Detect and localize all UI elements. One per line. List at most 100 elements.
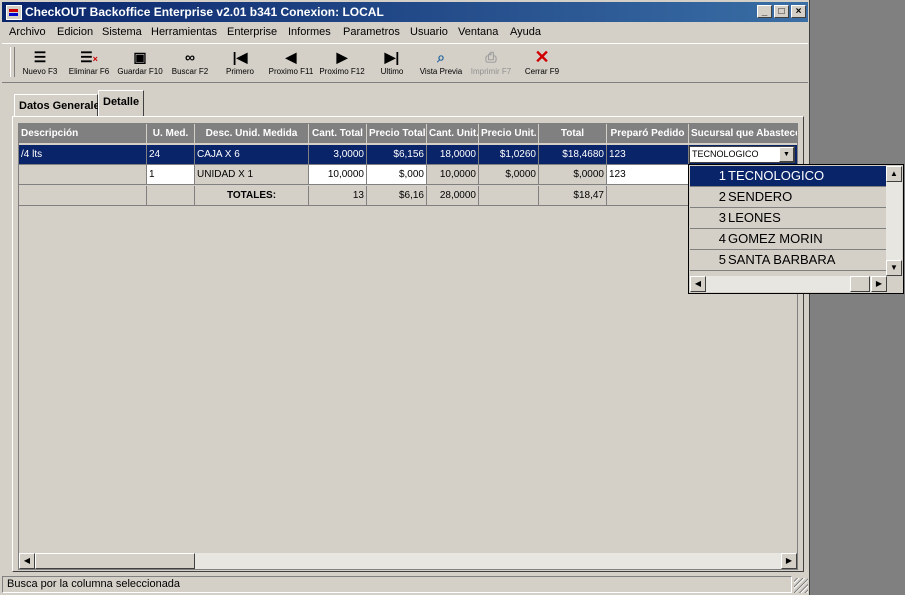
status-text: Busca por la columna seleccionada (7, 578, 181, 590)
delete-icon: ☰× (80, 49, 98, 65)
list-item[interactable]: 1 TECNOLOGICO (690, 166, 887, 187)
cell-cant-total[interactable]: 3,0000 (309, 145, 367, 165)
sucursal-dropdown-list[interactable]: 1 TECNOLOGICO 2 SENDERO 3 LEONES 4 GOMEZ… (688, 164, 904, 294)
col-cant-total[interactable]: Cant. Total (309, 124, 367, 144)
title-bar[interactable]: CheckOUT Backoffice Enterprise v2.01 b34… (2, 2, 808, 22)
cell-preparo[interactable]: 123 (607, 145, 689, 165)
scroll-left-icon[interactable]: ◀ (690, 276, 706, 292)
cell-total[interactable]: $18,4680 (539, 145, 607, 165)
proximo-anterior-button[interactable]: ◀ Proximo F11 (266, 47, 316, 81)
eliminar-button[interactable]: ☰× Eliminar F6 (66, 47, 112, 81)
guardar-button[interactable]: ▣ Guardar F10 (116, 47, 164, 81)
scroll-right-icon[interactable]: ▶ (871, 276, 887, 292)
menu-parametros[interactable]: Parametros (343, 26, 400, 38)
sucursal-combo-value: TECNOLOGICO (692, 149, 759, 159)
total-cell (479, 186, 539, 206)
proximo-siguiente-button[interactable]: ▶ Proximo F12 (316, 47, 368, 81)
list-item[interactable]: 5 SANTA BARBARA (690, 250, 887, 271)
new-document-icon: ☰ (33, 49, 47, 65)
dropdown-vertical-scrollbar[interactable]: ▲ ▼ (886, 166, 902, 276)
total-cell (607, 186, 689, 206)
grid-horizontal-scrollbar[interactable]: ◀ ▶ (19, 553, 797, 569)
list-item[interactable]: 4 GOMEZ MORIN (690, 229, 887, 250)
scroll-up-icon[interactable]: ▲ (886, 166, 902, 182)
list-item[interactable]: 3 LEONES (690, 208, 887, 229)
cell-descripcion[interactable] (19, 165, 147, 185)
grid-header-row: Descripción U. Med. Desc. Unid. Medida C… (19, 124, 797, 144)
scroll-thumb[interactable] (35, 553, 195, 569)
close-x-icon: ✕ (534, 47, 550, 67)
cell-preparo[interactable]: 123 (607, 165, 689, 185)
col-cant-unit[interactable]: Cant. Unit. (427, 124, 479, 144)
cell-cant-unit[interactable]: 10,0000 (427, 165, 479, 185)
save-disk-icon: ▣ (133, 49, 147, 65)
menu-sistema[interactable]: Sistema (102, 26, 142, 38)
maximize-button[interactable]: □ (774, 5, 789, 18)
menu-bar: Archivo Edicion Sistema Herramientas Ent… (2, 24, 808, 42)
cell-precio-unit[interactable]: $1,0260 (479, 145, 539, 165)
cell-precio-unit[interactable]: $,0000 (479, 165, 539, 185)
scroll-thumb[interactable] (850, 276, 870, 292)
scroll-down-icon[interactable]: ▼ (886, 260, 902, 276)
menu-ventana[interactable]: Ventana (458, 26, 498, 38)
buscar-button[interactable]: ∞ Buscar F2 (168, 47, 212, 81)
total-cell (147, 186, 195, 206)
cell-total[interactable]: $,0000 (539, 165, 607, 185)
dropdown-horizontal-scrollbar[interactable]: ◀ ▶ (690, 276, 887, 292)
tab-detalle[interactable]: Detalle (98, 90, 144, 116)
col-sucursal[interactable]: Sucursal que Abastece (689, 124, 797, 144)
col-descripcion[interactable]: Descripción (19, 124, 147, 144)
nuevo-button[interactable]: ☰ Nuevo F3 (20, 47, 60, 81)
tab-datos-generales[interactable]: Datos Generales (14, 94, 106, 116)
main-window: CheckOUT Backoffice Enterprise v2.01 b34… (0, 0, 810, 595)
scroll-left-icon[interactable]: ◀ (19, 553, 35, 569)
col-total[interactable]: Total (539, 124, 607, 144)
totals-row: TOTALES: 13 $6,16 28,0000 $18,47 (19, 186, 797, 206)
col-preparo-pedido[interactable]: Preparó Pedido (607, 124, 689, 144)
menu-edicion[interactable]: Edicion (57, 26, 93, 38)
cell-precio-total[interactable]: $6,156 (367, 145, 427, 165)
menu-archivo[interactable]: Archivo (9, 26, 46, 38)
menu-usuario[interactable]: Usuario (410, 26, 448, 38)
col-precio-total[interactable]: Precio Total (367, 124, 427, 144)
print-preview-icon: ⌕ (437, 49, 445, 65)
imprimir-button[interactable]: ⎙ Imprimir F7 (468, 47, 514, 81)
cerrar-button[interactable]: ✕ Cerrar F9 (520, 47, 564, 81)
sucursal-combo[interactable]: TECNOLOGICO ▼ (689, 146, 795, 163)
status-bar: Busca por la columna seleccionada (2, 576, 792, 593)
cell-descripcion[interactable]: /4 lts (19, 145, 147, 165)
total-cant-unit: 28,0000 (427, 186, 479, 206)
total-precio-total: $6,16 (367, 186, 427, 206)
menu-informes[interactable]: Informes (288, 26, 331, 38)
table-row[interactable]: /4 lts 24 CAJA X 6 3,0000 $6,156 18,0000… (19, 145, 797, 165)
primero-button[interactable]: |◀ Primero (220, 47, 260, 81)
menu-ayuda[interactable]: Ayuda (510, 26, 541, 38)
chevron-down-icon[interactable]: ▼ (779, 147, 794, 162)
detail-grid[interactable]: Descripción U. Med. Desc. Unid. Medida C… (18, 123, 798, 570)
first-record-icon: |◀ (232, 49, 248, 65)
minimize-button[interactable]: _ (757, 5, 772, 18)
window-title: CheckOUT Backoffice Enterprise v2.01 b34… (25, 5, 384, 19)
cell-u-med[interactable]: 24 (147, 145, 195, 165)
app-icon[interactable] (6, 5, 22, 20)
close-window-button[interactable]: × (791, 5, 806, 18)
ultimo-button[interactable]: ▶| Ultimo (372, 47, 412, 81)
resize-grip[interactable] (794, 578, 808, 593)
table-row[interactable]: 1 UNIDAD X 1 10,0000 $,000 10,0000 $,000… (19, 165, 797, 185)
cell-cant-unit[interactable]: 18,0000 (427, 145, 479, 165)
cell-desc-unid[interactable]: UNIDAD X 1 (195, 165, 309, 185)
col-u-med[interactable]: U. Med. (147, 124, 195, 144)
cell-desc-unid[interactable]: CAJA X 6 (195, 145, 309, 165)
printer-icon: ⎙ (485, 49, 497, 65)
list-item[interactable]: 2 SENDERO (690, 187, 887, 208)
scroll-right-icon[interactable]: ▶ (781, 553, 797, 569)
menu-enterprise[interactable]: Enterprise (227, 26, 277, 38)
vista-previa-button[interactable]: ⌕ Vista Previa (416, 47, 466, 81)
col-desc-unid-medida[interactable]: Desc. Unid. Medida (195, 124, 309, 144)
cell-u-med[interactable]: 1 (147, 165, 195, 185)
cell-cant-total[interactable]: 10,0000 (309, 165, 367, 185)
menu-herramientas[interactable]: Herramientas (151, 26, 217, 38)
cell-precio-total[interactable]: $,000 (367, 165, 427, 185)
col-precio-unit[interactable]: Precio Unit. (479, 124, 539, 144)
toolbar-grip[interactable] (10, 47, 15, 77)
